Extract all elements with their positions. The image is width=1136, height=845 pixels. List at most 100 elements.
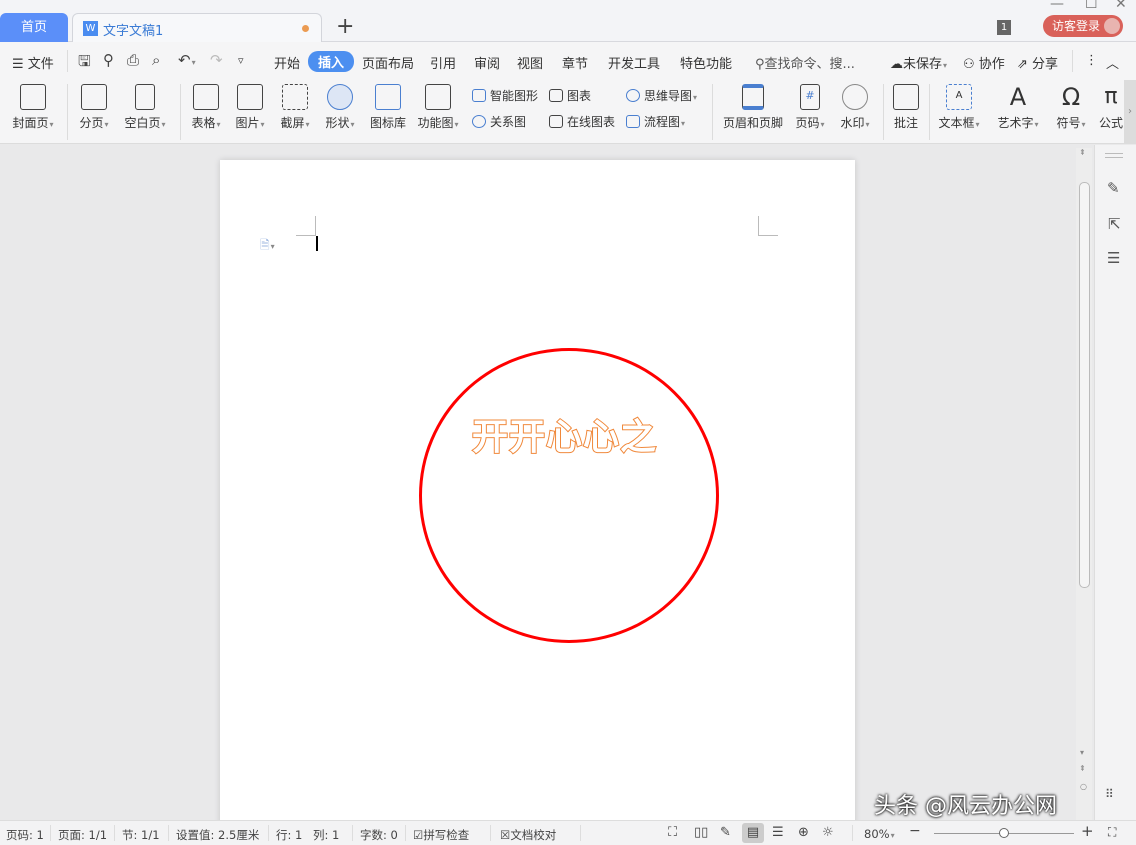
select-browse-icon[interactable]: ○: [1080, 782, 1087, 791]
function-chart-button[interactable]: 功能图▾: [414, 80, 462, 131]
screenshot-button[interactable]: 截屏▾: [275, 80, 315, 131]
print-preview-icon[interactable]: ⌕: [152, 51, 160, 69]
menu-review[interactable]: 审阅: [474, 53, 500, 72]
status-setting[interactable]: 设置值: 2.5厘米: [176, 827, 259, 843]
status-word-count[interactable]: 字数: 0: [360, 827, 398, 843]
table-button[interactable]: 表格▾: [186, 80, 226, 131]
proofread-button[interactable]: ☒文档校对: [500, 827, 556, 843]
tab-document-title: 文字文稿1: [103, 24, 164, 39]
icon-library-button[interactable]: 图标库: [366, 80, 410, 131]
vertical-scrollbar[interactable]: ⇞ ▾ ⇞ ○: [1076, 148, 1092, 820]
smart-art-button[interactable]: 智能图形: [472, 87, 538, 104]
watermark-button[interactable]: 水印▾: [835, 80, 875, 131]
status-pages[interactable]: 页面: 1/1: [58, 827, 107, 843]
new-tab-button[interactable]: +: [336, 14, 354, 39]
word-art-text[interactable]: 开开心心之: [471, 408, 657, 460]
mind-map-icon: [626, 89, 640, 102]
zoom-slider[interactable]: [934, 828, 1074, 838]
write-mode-icon[interactable]: ✎: [720, 825, 731, 840]
menu-developer[interactable]: 开发工具: [608, 53, 660, 72]
sidebar-handle-icon[interactable]: [1105, 153, 1123, 154]
circle-shape[interactable]: [419, 348, 719, 643]
chart-button[interactable]: 图表: [549, 87, 591, 104]
tab-document[interactable]: W 文字文稿1: [72, 13, 322, 43]
share-button[interactable]: ⇗ 分享: [1017, 53, 1058, 72]
comment-button[interactable]: 批注: [890, 80, 922, 131]
header-footer-button[interactable]: 页眉和页脚: [720, 80, 786, 131]
command-search[interactable]: ⚲查找命令、搜...: [755, 53, 855, 72]
unsaved-button[interactable]: ☁未保存▾: [890, 53, 947, 72]
grid-icon[interactable]: ⠿: [1105, 787, 1114, 801]
status-section[interactable]: 节: 1/1: [122, 827, 160, 843]
outline-view-icon[interactable]: ☰: [772, 825, 784, 840]
menu-view[interactable]: 视图: [517, 53, 543, 72]
redo-icon[interactable]: ↷: [210, 51, 223, 69]
zoom-slider-thumb[interactable]: [999, 828, 1009, 838]
minimize-button[interactable]: —: [1050, 0, 1064, 12]
scroll-up-icon[interactable]: ⇞: [1079, 148, 1086, 157]
eye-protection-icon[interactable]: ☼: [822, 825, 834, 840]
fullscreen-icon[interactable]: ⛶: [668, 825, 677, 840]
word-art-button[interactable]: A 艺术字▾: [994, 80, 1042, 131]
scrollbar-thumb[interactable]: [1079, 182, 1090, 588]
menu-features[interactable]: 特色功能: [680, 53, 732, 72]
page-break-button[interactable]: 分页▾: [74, 80, 114, 131]
page-view-icon[interactable]: ▤: [742, 823, 764, 843]
maximize-button[interactable]: ☐: [1085, 0, 1098, 12]
guest-login-button[interactable]: 访客登录: [1043, 15, 1123, 37]
relation-icon: [472, 115, 486, 128]
close-button[interactable]: ✕: [1115, 0, 1127, 12]
flowchart-button[interactable]: 流程图▾: [626, 113, 685, 130]
ribbon-scroll-right[interactable]: ›: [1124, 80, 1136, 144]
more-icon[interactable]: ⋮: [1085, 53, 1098, 68]
add-user-icon: ⚇: [963, 57, 975, 72]
spell-check-button[interactable]: ☑拼写检查: [413, 827, 469, 843]
collaborate-button[interactable]: ⚇ 协作: [963, 53, 1005, 72]
text-box-button[interactable]: A 文本框▾: [936, 80, 982, 131]
prev-page-icon[interactable]: ⇞: [1079, 764, 1086, 773]
window-count-badge[interactable]: 1: [997, 20, 1011, 35]
undo-icon[interactable]: ↶▾: [178, 51, 196, 69]
customize-quick-access-icon[interactable]: ▿: [238, 54, 244, 67]
online-chart-button[interactable]: 在线图表: [549, 113, 615, 130]
scroll-down-icon[interactable]: ▾: [1080, 748, 1084, 757]
relation-chart-button[interactable]: 关系图: [472, 113, 526, 130]
picture-button[interactable]: 图片▾: [230, 80, 270, 131]
zoom-in-button[interactable]: +: [1081, 822, 1094, 840]
shapes-button[interactable]: 形状▾: [320, 80, 360, 131]
proofread-icon: ☒: [500, 828, 511, 842]
tab-home[interactable]: 首页: [0, 13, 68, 42]
online-chart-icon: [549, 115, 563, 128]
save-icon[interactable]: 🖫: [78, 51, 91, 76]
status-row[interactable]: 行: 1: [276, 827, 302, 843]
zoom-out-button[interactable]: −: [909, 823, 921, 839]
mind-map-button[interactable]: 思维导图▾: [626, 87, 697, 104]
menu-start[interactable]: 开始: [274, 53, 300, 72]
file-menu[interactable]: ☰ 文件: [12, 53, 54, 72]
text-cursor: [316, 236, 318, 251]
equation-button[interactable]: π 公式: [1098, 80, 1124, 131]
reading-mode-icon[interactable]: ▯▯: [694, 825, 708, 840]
menu-section[interactable]: 章节: [562, 53, 588, 72]
settings-sliders-icon[interactable]: ☰: [1107, 249, 1120, 267]
menu-page-layout[interactable]: 页面布局: [362, 53, 414, 72]
menu-insert[interactable]: 插入: [308, 51, 355, 72]
cover-page-button[interactable]: 封面页▾: [8, 80, 58, 131]
select-cursor-icon[interactable]: ⇱: [1108, 215, 1121, 233]
format-painter-icon[interactable]: ⚲: [103, 51, 114, 69]
paragraph-options-icon[interactable]: 🗎▾: [260, 236, 275, 257]
shapes-icon: [327, 84, 353, 110]
status-col[interactable]: 列: 1: [313, 827, 339, 843]
page-number-button[interactable]: # 页码▾: [790, 80, 830, 131]
edit-pen-icon[interactable]: ✎: [1107, 179, 1120, 197]
print-icon[interactable]: ⎙: [127, 51, 139, 69]
symbol-button[interactable]: Ω 符号▾: [1050, 80, 1092, 131]
zoom-level-select[interactable]: 80%▾: [864, 827, 895, 841]
collapse-ribbon-icon[interactable]: ︿: [1106, 53, 1119, 72]
menu-references[interactable]: 引用: [430, 53, 456, 72]
fit-window-icon[interactable]: ⛶: [1108, 825, 1116, 840]
status-page-number[interactable]: 页码: 1: [6, 827, 44, 843]
blank-page-button[interactable]: 空白页▾: [120, 80, 170, 131]
web-view-icon[interactable]: ⊕: [798, 825, 809, 840]
page-break-icon: [81, 84, 107, 110]
